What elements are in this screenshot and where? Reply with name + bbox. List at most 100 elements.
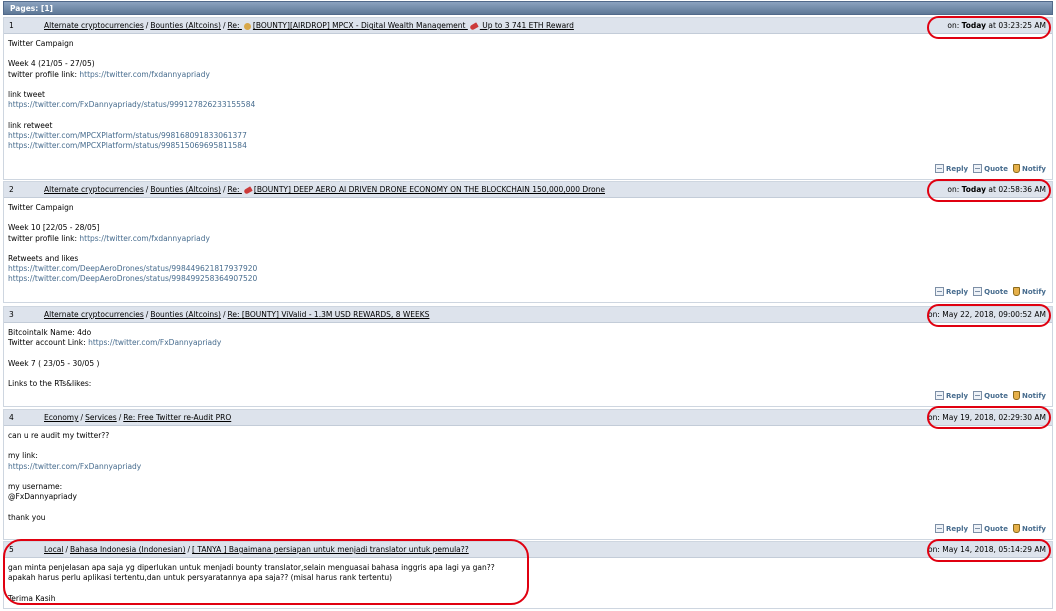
post-4: 4 Economy / Services / Re: Free Twitter re-Au… [3,409,1053,540]
post-link[interactable]: https://twitter.com/MPCXPlatform/status/… [8,131,247,140]
notify-button[interactable]: Notify [1012,164,1046,173]
notify-button[interactable]: Notify [1012,524,1046,533]
post-text: my link: [8,451,38,461]
quote-button[interactable]: Quote [973,287,1008,296]
breadcrumb-link[interactable]: Services [85,413,117,422]
post-body: Bitcointalk Name: 4do Twitter account Lin… [4,323,1052,389]
post-header: 2 Alternate cryptocurrencies / Bounties (Al… [4,182,1052,198]
post-body: gan minta penjelasan apa saja yg diperlu… [4,558,1052,604]
date-time: May 14, 2018, 05:14:29 AM [942,545,1046,554]
topic-title-link[interactable]: Re: [BOUNTY] DEEP AERO AI DRIVEN DRONE E… [228,185,605,195]
post-text: Week 4 (21/05 - 27/05) [8,59,95,69]
post-line [8,80,1048,90]
notify-button[interactable]: Notify [1012,391,1046,400]
post-line: https://twitter.com/MPCXPlatform/status/… [8,131,1048,141]
post-line [8,110,1048,120]
notify-button[interactable]: Notify [1012,287,1046,296]
quote-icon [973,287,983,296]
quote-icon [973,164,983,173]
post-line: my username: [8,482,1048,492]
notify-icon [1012,164,1020,173]
post-line: Bitcointalk Name: 4do [8,328,1048,338]
post-text: link retweet [8,120,53,130]
post-link[interactable]: https://twitter.com/FxDannyapriady [8,462,141,471]
reply-button[interactable]: Reply [935,164,968,173]
date-prefix: on: [928,545,943,554]
post-text: my username: [8,481,63,491]
date-time: May 22, 2018, 09:00:52 AM [942,310,1046,319]
post-line: link retweet [8,121,1048,131]
post-line: link tweet [8,90,1048,100]
post-line: my link: [8,451,1048,461]
topic-title-text: [ TANYA ] Bagaimana persiapan untuk menj… [192,545,469,554]
post-date: on: May 14, 2018, 05:14:29 AM [928,542,1046,557]
post-line [8,583,1048,593]
post-1: 1 Alternate cryptocurrencies / Bounties (Al… [3,17,1053,180]
date-day: Today [961,185,987,194]
quote-button[interactable]: Quote [973,524,1008,533]
notify-icon [1012,391,1020,400]
breadcrumb-link[interactable]: Economy [44,413,79,422]
post-link[interactable]: https://twitter.com/fxdannyapriady [79,70,210,79]
quote-button[interactable]: Quote [973,391,1008,400]
post-line: Retweets and likes [8,254,1048,264]
breadcrumb: Alternate cryptocurrencies / Bounties (Alt… [44,182,605,197]
quote-button[interactable]: Quote [973,164,1008,173]
notify-button-label: Notify [1021,287,1046,296]
post-line: Twitter account Link: https://twitter.co… [8,338,1048,348]
reply-icon [935,164,944,173]
reply-button[interactable]: Reply [935,287,968,296]
quote-icon [973,391,983,400]
quote-button-label: Quote [984,391,1008,400]
post-link[interactable]: https://twitter.com/DeepAeroDrones/statu… [8,264,257,273]
post-link[interactable]: https://twitter.com/fxdannyapriady [79,234,210,243]
topic-title-link[interactable]: [ TANYA ] Bagaimana persiapan untuk menj… [192,545,469,554]
breadcrumb: Local / Bahasa Indonesia (Indonesian) /[ TA… [44,542,469,557]
breadcrumb-link[interactable]: Bounties (Altcoins) [150,310,221,319]
post-number: 3 [9,310,14,319]
post-text: Terima Kasih [8,593,56,603]
post-line: https://twitter.com/DeepAeroDrones/statu… [8,274,1048,284]
breadcrumb-link[interactable]: Bounties (Altcoins) [150,185,221,194]
topic-title-link[interactable]: Re: [BOUNTY] ViValid - 1.3M USD REWARDS,… [228,310,430,319]
breadcrumb-link[interactable]: Bahasa Indonesia (Indonesian) [70,545,186,554]
date-prefix: on: [928,310,943,319]
post-line: https://twitter.com/FxDannyapriady/statu… [8,100,1048,110]
post-line [8,213,1048,223]
reply-button[interactable]: Reply [935,391,968,400]
reply-icon [935,287,944,296]
topic-title-suffix: Up to 3 741 ETH Reward [479,21,574,30]
topic-title-link[interactable]: Re: [BOUNTY][AIRDROP] MPCX - Digital Wea… [228,21,574,31]
post-number: 4 [9,413,14,422]
post-line: Week 10 [22/05 - 28/05] [8,223,1048,233]
topic-title-prefix: Re: [123,413,138,422]
breadcrumb-link[interactable]: Bounties (Altcoins) [150,21,221,30]
post-line: https://twitter.com/FxDannyapriady [8,462,1048,472]
reply-button[interactable]: Reply [935,524,968,533]
notify-button-label: Notify [1021,164,1046,173]
post-link[interactable]: https://twitter.com/FxDannyapriady [88,338,221,347]
post-date: on: Today at 03:23:25 AM [947,18,1046,33]
notify-icon [1012,524,1020,533]
post-link[interactable]: https://twitter.com/MPCXPlatform/status/… [8,141,247,150]
breadcrumb-link[interactable]: Local [44,545,63,554]
topic-title-prefix: Re: [227,310,242,319]
post-line: can u re audit my twitter?? [8,431,1048,441]
quote-button-label: Quote [984,164,1008,173]
date-prefix: on: [928,413,943,422]
rocket-icon [469,21,479,31]
breadcrumb: Economy / Services / Re: Free Twitter re-Aud… [44,410,231,425]
post-header: 5 Local / Bahasa Indonesia (Indonesian) /[ T… [4,542,1052,558]
breadcrumb-link[interactable]: Alternate cryptocurrencies [44,310,144,319]
post-text: Retweets and likes [8,253,79,263]
post-link[interactable]: https://twitter.com/FxDannyapriady/statu… [8,100,255,109]
breadcrumb-link[interactable]: Alternate cryptocurrencies [44,185,144,194]
post-line: Terima Kasih [8,594,1048,604]
post-line: twitter profile link: https://twitter.co… [8,70,1048,80]
topic-title-link[interactable]: Re: Free Twitter re-Audit PRO [123,413,231,422]
notify-icon [1012,287,1020,296]
post-body: Twitter Campaign Week 4 (21/05 - 27/05) tw… [4,34,1052,151]
breadcrumb-link[interactable]: Alternate cryptocurrencies [44,21,144,30]
post-link[interactable]: https://twitter.com/DeepAeroDrones/statu… [8,274,257,283]
rocket-icon [243,185,253,195]
